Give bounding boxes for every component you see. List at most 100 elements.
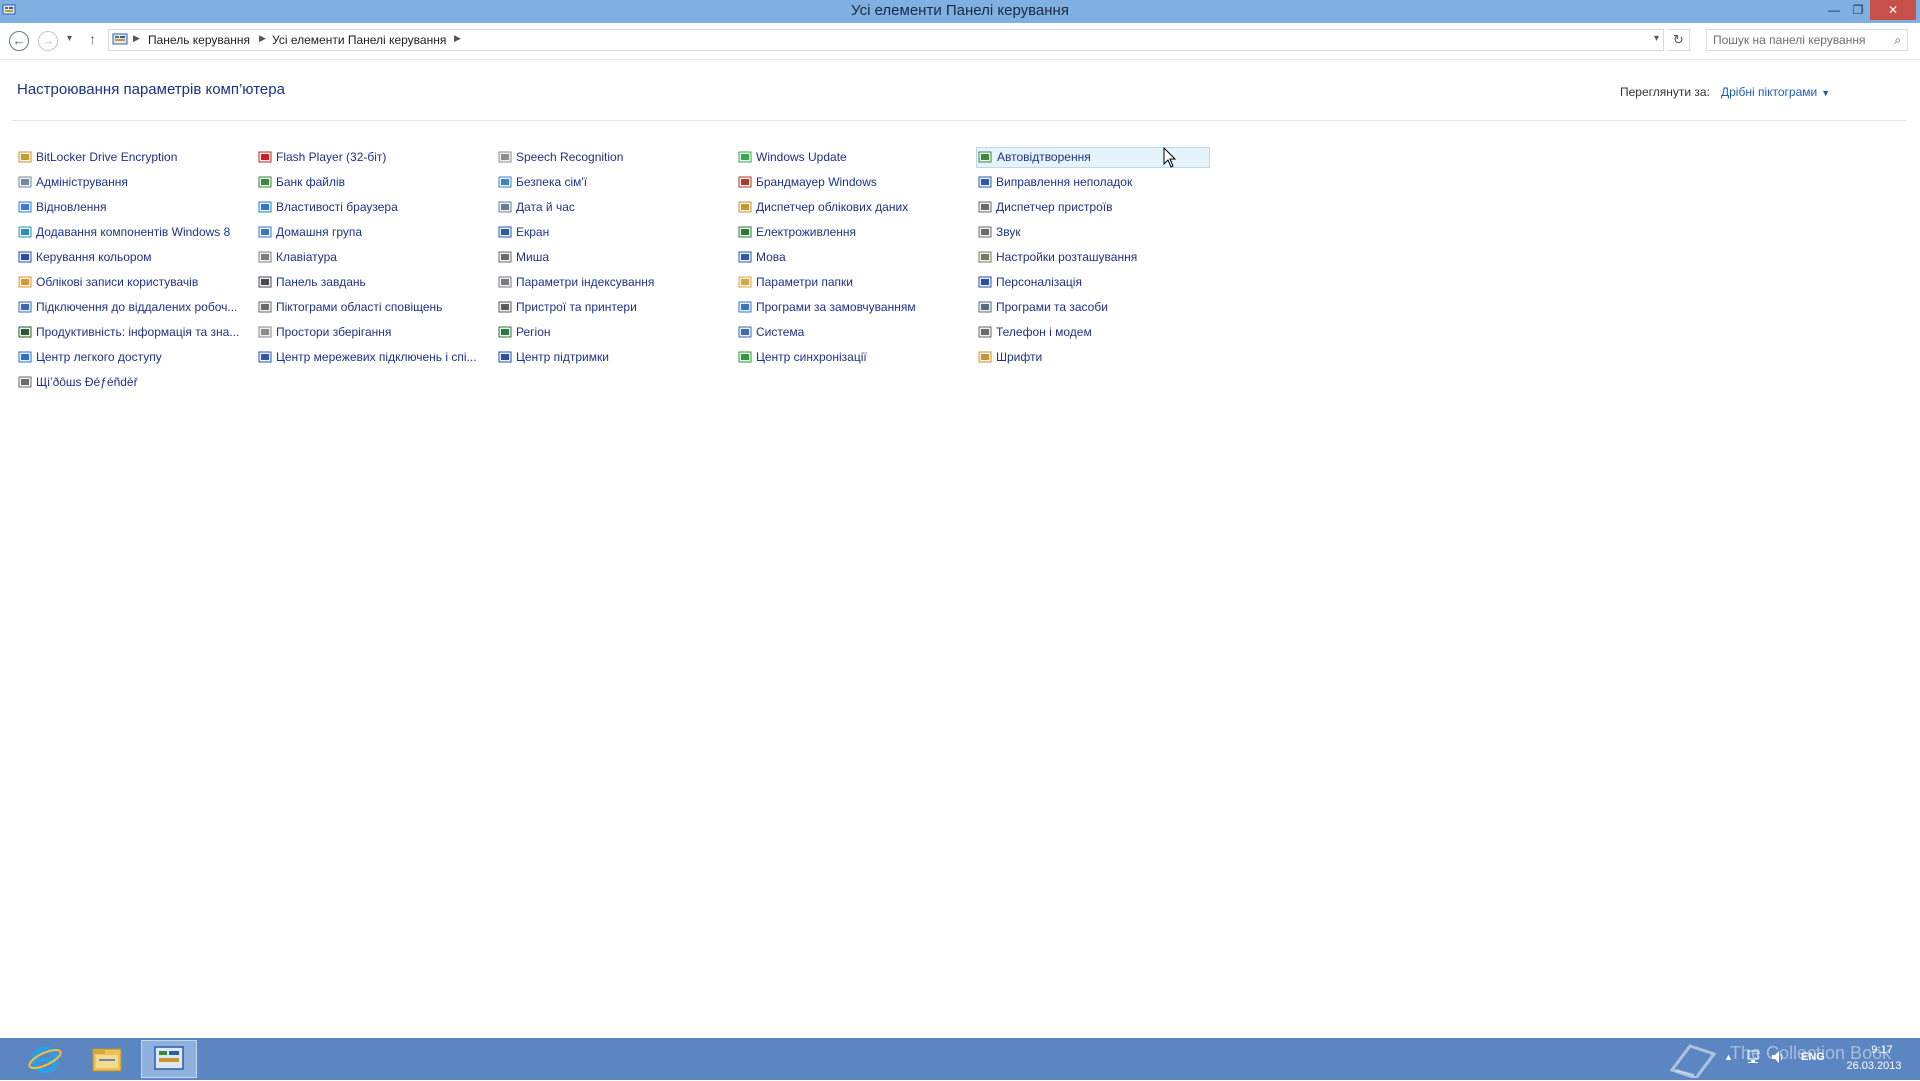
search-icon[interactable]: ⌕	[1894, 33, 1901, 48]
control-panel-item[interactable]: Speech Recognition	[496, 147, 730, 168]
forward-button[interactable]: →	[38, 31, 58, 51]
control-panel-crumb-icon[interactable]	[112, 33, 128, 47]
control-panel-item-label: Властивості браузера	[276, 200, 398, 214]
file-explorer-button[interactable]	[79, 1040, 135, 1078]
control-panel-item[interactable]: Програми та засоби	[976, 297, 1210, 318]
control-panel-item[interactable]: Flash Player (32-біт)	[256, 147, 490, 168]
control-panel-item[interactable]: Шрифти	[976, 347, 1210, 368]
control-panel-item[interactable]: Продуктивність: інформація та зна...	[16, 322, 250, 343]
performance-icon	[18, 326, 32, 338]
control-panel-item-label: Виправлення неполадок	[996, 175, 1133, 189]
control-panel-item-label: Продуктивність: інформація та зна...	[36, 325, 240, 339]
control-panel-item[interactable]: Програми за замовчуванням	[736, 297, 970, 318]
control-panel-item[interactable]: Відновлення	[16, 197, 250, 218]
title-bar: Усі елементи Панелі керування — ❐ ✕	[0, 0, 1920, 23]
control-panel-item[interactable]: Телефон і модем	[976, 322, 1210, 343]
control-panel-item[interactable]: Властивості браузера	[256, 197, 490, 218]
control-panel-item[interactable]: Керування кольором	[16, 247, 250, 268]
sync-center-icon	[738, 351, 752, 363]
breadcrumb-separator-icon[interactable]: ▶	[259, 33, 266, 44]
control-panel-item[interactable]: Піктограми області сповіщень	[256, 297, 490, 318]
control-panel-item[interactable]: Облікові записи користувачів	[16, 272, 250, 293]
add-features-icon	[18, 226, 32, 238]
control-panel-item[interactable]: Виправлення неполадок	[976, 172, 1210, 193]
control-panel-item-label: Мова	[756, 250, 786, 264]
address-field[interactable]: ▶ Панель керування ▶ Усі елементи Панелі…	[108, 29, 1664, 51]
refresh-button[interactable]: ↻	[1668, 29, 1690, 51]
control-panel-item[interactable]: Брандмауер Windows	[736, 172, 970, 193]
control-panel-item-label: Програми за замовчуванням	[756, 300, 916, 314]
minimize-button[interactable]: —	[1822, 0, 1846, 20]
control-panel-item[interactable]: Безпека сім'ї	[496, 172, 730, 193]
control-panel-item[interactable]: Центр мережевих підключень і спі...	[256, 347, 490, 368]
control-panel-item-label: Диспетчер облікових даних	[756, 200, 909, 214]
control-panel-item[interactable]: Простори зберігання	[256, 322, 490, 343]
control-panel-item-label: Підключення до віддалених робоч...	[36, 300, 238, 314]
control-panel-item[interactable]: Банк файлів	[256, 172, 490, 193]
windows-defender-icon	[18, 376, 32, 388]
control-panel-item[interactable]: Пристрої та принтери	[496, 297, 730, 318]
bitlocker-icon	[18, 151, 32, 163]
control-panel-item[interactable]: Мова	[736, 247, 970, 268]
taskbar: ▲ ENG 9:17 26.03.2013	[0, 1038, 1920, 1080]
homegroup-icon	[258, 226, 272, 238]
power-options-icon	[738, 226, 752, 238]
control-panel-item[interactable]: Миша	[496, 247, 730, 268]
control-panel-item[interactable]: Диспетчер пристроїв	[976, 197, 1210, 218]
control-panel-item[interactable]: Центр синхронізації	[736, 347, 970, 368]
address-dropdown-icon[interactable]: ▾	[1654, 33, 1659, 44]
recent-locations-button[interactable]: ▾	[67, 33, 72, 44]
control-panel-item-label: BitLocker Drive Encryption	[36, 150, 178, 164]
control-panel-item[interactable]: Параметри індексування	[496, 272, 730, 293]
mouse-cursor-icon	[1163, 147, 1177, 168]
control-panel-item[interactable]: Система	[736, 322, 970, 343]
user-accounts-icon	[18, 276, 32, 288]
control-panel-item-label: Телефон і модем	[996, 325, 1092, 339]
control-panel-item[interactable]: Домашня група	[256, 222, 490, 243]
control-panel-item[interactable]: Щі’ðôшs Ðéƒéñdéř	[16, 372, 250, 393]
breadcrumb-separator-icon[interactable]: ▶	[133, 33, 140, 44]
control-panel-item-label: Диспетчер пристроїв	[996, 200, 1113, 214]
control-panel-item[interactable]: Додавання компонентів Windows 8	[16, 222, 250, 243]
control-panel-item-label: Windows Update	[756, 150, 847, 164]
breadcrumb-all-items[interactable]: Усі елементи Панелі керування	[272, 33, 446, 47]
control-panel-item[interactable]: Windows Update	[736, 147, 970, 168]
color-management-icon	[18, 251, 32, 263]
control-panel-item[interactable]: Диспетчер облікових даних	[736, 197, 970, 218]
control-panel-item[interactable]: Регіон	[496, 322, 730, 343]
control-panel-item[interactable]: Персоналізація	[976, 272, 1210, 293]
control-panel-item[interactable]: Звук	[976, 222, 1210, 243]
control-panel-item[interactable]: Настройки розташування	[976, 247, 1210, 268]
search-input[interactable]: Пошук на панелі керування ⌕	[1706, 29, 1908, 51]
control-panel-item-label: Панель завдань	[276, 275, 366, 289]
maximize-button[interactable]: ❐	[1846, 0, 1870, 20]
file-explorer-icon	[92, 1048, 122, 1072]
control-panel-item[interactable]: Клавіатура	[256, 247, 490, 268]
control-panel-item[interactable]: Центр підтримки	[496, 347, 730, 368]
view-by-dropdown[interactable]: Дрібні піктограми ▼	[1721, 85, 1830, 99]
control-panel-item-label: Центр підтримки	[516, 350, 609, 364]
up-button[interactable]: ↑	[89, 31, 96, 47]
arrow-up-icon: ↑	[89, 31, 96, 47]
control-panel-item[interactable]: Електроживлення	[736, 222, 970, 243]
control-panel-item[interactable]: Дата й час	[496, 197, 730, 218]
breadcrumb-control-panel[interactable]: Панель керування	[148, 33, 250, 47]
internet-options-icon	[258, 201, 272, 213]
notification-icons-icon	[258, 301, 272, 313]
control-panel-item[interactable]: Екран	[496, 222, 730, 243]
control-panel-item[interactable]: Адміністрування	[16, 172, 250, 193]
watermark-text: The Collection Book	[1730, 1043, 1892, 1063]
control-panel-item[interactable]: Панель завдань	[256, 272, 490, 293]
breadcrumb-separator-icon[interactable]: ▶	[454, 33, 461, 44]
control-panel-item[interactable]: Центр легкого доступу	[16, 347, 250, 368]
keyboard-icon	[258, 251, 272, 263]
internet-explorer-button[interactable]	[17, 1040, 73, 1078]
control-panel-item-label: Програми та засоби	[996, 300, 1108, 314]
control-panel-item[interactable]: Підключення до віддалених робоч...	[16, 297, 250, 318]
control-panel-item-label: Параметри індексування	[516, 275, 655, 289]
control-panel-item[interactable]: BitLocker Drive Encryption	[16, 147, 250, 168]
control-panel-taskbar-button[interactable]	[141, 1040, 197, 1078]
close-button[interactable]: ✕	[1870, 0, 1916, 20]
control-panel-item[interactable]: Параметри папки	[736, 272, 970, 293]
back-button[interactable]: ←	[9, 31, 29, 51]
